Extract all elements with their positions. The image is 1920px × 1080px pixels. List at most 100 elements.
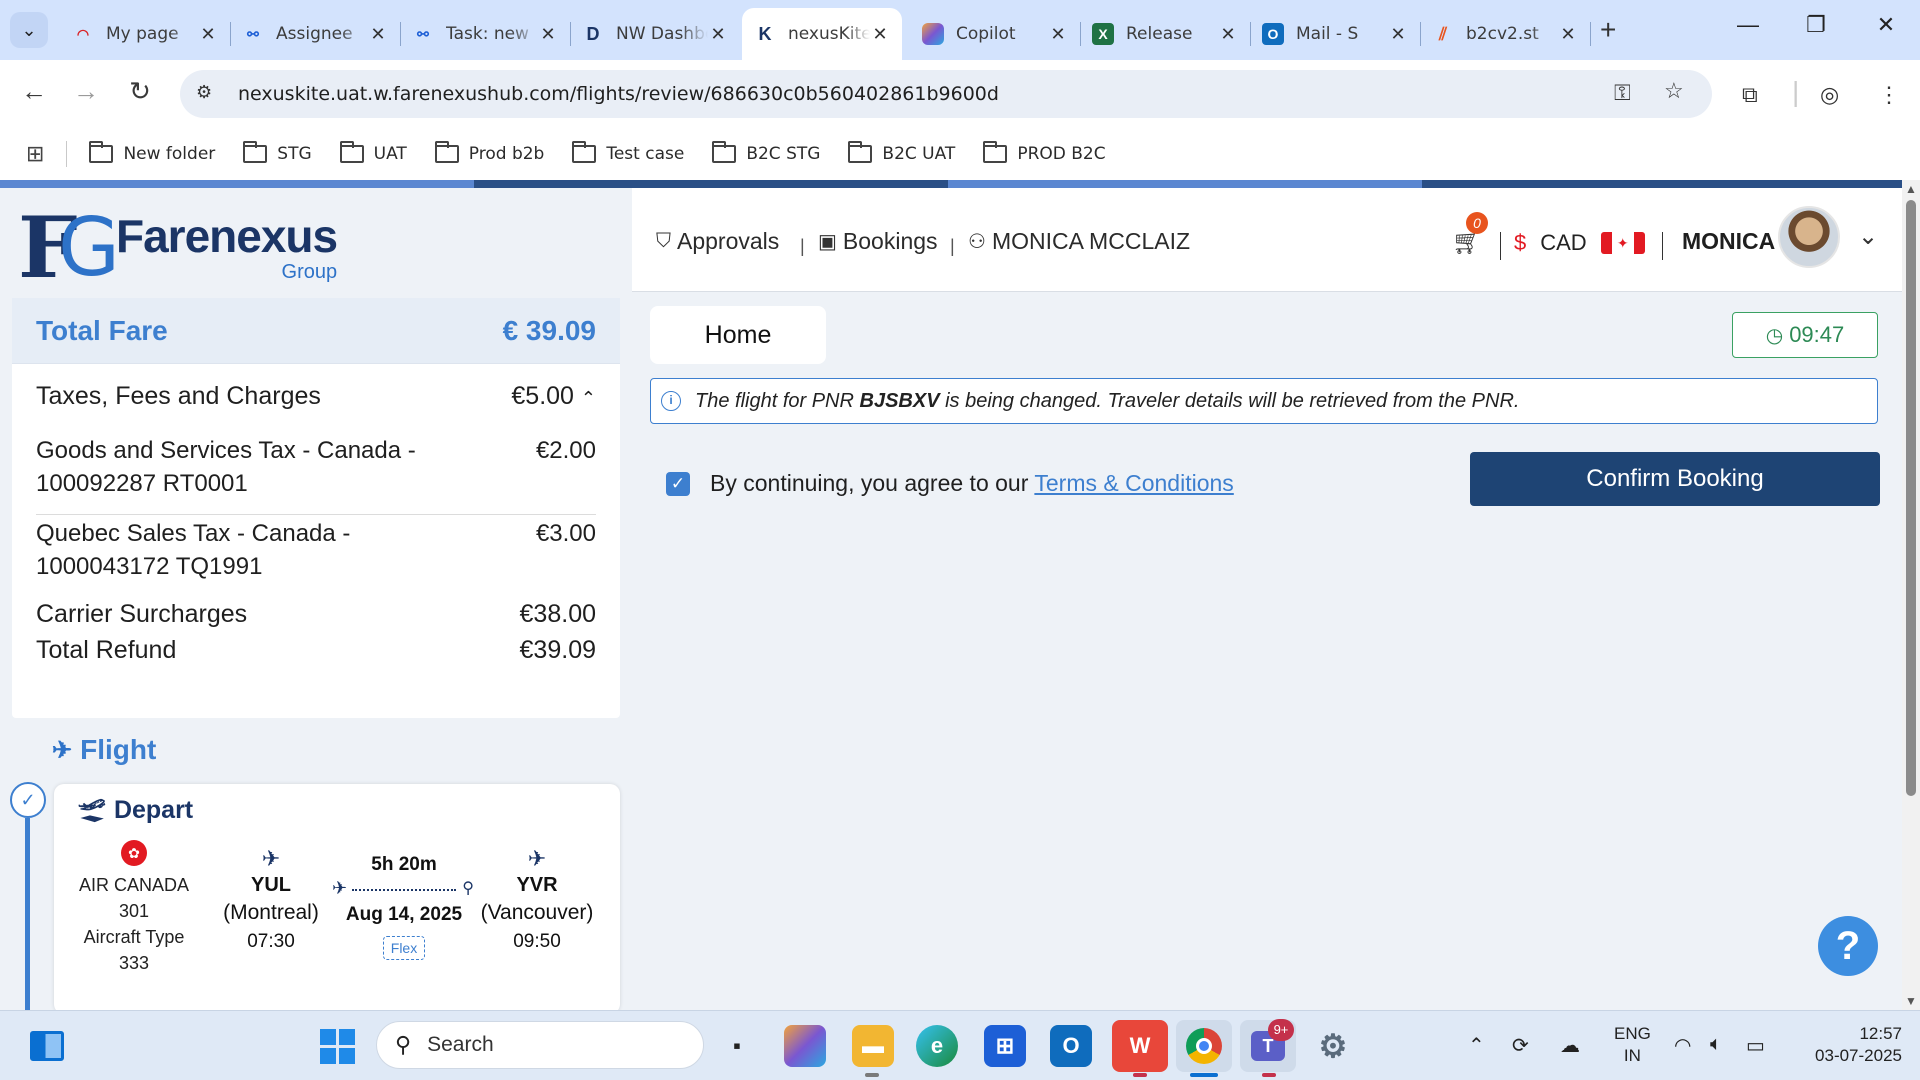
- chrome-icon[interactable]: [1176, 1020, 1232, 1072]
- home-tab[interactable]: Home: [650, 306, 826, 364]
- outlook-icon[interactable]: O: [1050, 1025, 1092, 1067]
- browser-tab[interactable]: Copilot ✕: [910, 8, 1081, 60]
- wifi-icon[interactable]: ◠: [1674, 1033, 1691, 1058]
- origin-city: (Montreal): [223, 901, 319, 924]
- system-clock[interactable]: 12:57 03-07-2025: [1792, 1023, 1902, 1067]
- menu-icon[interactable]: ⋮: [1878, 82, 1900, 108]
- folder-icon: [434, 141, 459, 163]
- azure-devops-icon: ⚯: [247, 25, 259, 42]
- settings-gear-icon[interactable]: ⚙: [1312, 1025, 1354, 1067]
- widgets-icon[interactable]: [26, 1025, 68, 1067]
- nav-approvals-label: Approvals: [677, 228, 780, 254]
- show-hidden-icons-chevron-icon[interactable]: ⌃: [1468, 1033, 1485, 1058]
- new-tab-button[interactable]: +: [1600, 14, 1616, 46]
- farenexus-logo[interactable]: F G Farenexus Group: [18, 206, 338, 290]
- url-text[interactable]: nexuskite.uat.w.farenexushub.com/flights…: [238, 83, 999, 105]
- bookmark-folder[interactable]: Test case: [572, 141, 684, 164]
- edge-icon[interactable]: e: [916, 1025, 958, 1067]
- browser-tab[interactable]: ⚯ Task: new ✕: [400, 8, 571, 60]
- timer-icon: ◷: [1765, 324, 1784, 347]
- browser-tab[interactable]: D NW Dashboard ✕: [570, 8, 740, 60]
- tab-close-icon[interactable]: ✕: [1048, 24, 1068, 45]
- scroll-up-icon[interactable]: ▲: [1905, 182, 1917, 196]
- confirm-booking-button[interactable]: Confirm Booking: [1470, 452, 1880, 506]
- currency-selector[interactable]: $ CAD ✦: [1514, 230, 1645, 256]
- apps-grid-icon[interactable]: ⊞: [26, 141, 44, 167]
- browser-tab[interactable]: ⫽ b2cv2.st ✕: [1420, 8, 1591, 60]
- scrollbar-thumb[interactable]: [1906, 200, 1916, 796]
- onedrive-cloud-icon[interactable]: ☁: [1560, 1033, 1580, 1058]
- tab-close-icon[interactable]: ✕: [1388, 24, 1408, 45]
- copilot-icon[interactable]: [784, 1025, 826, 1067]
- browser-tab[interactable]: O Mail - S ✕: [1250, 8, 1421, 60]
- password-key-icon[interactable]: ⚿: [1614, 80, 1631, 106]
- task-view-icon[interactable]: ▪: [716, 1025, 758, 1067]
- tab-title: Mail - S: [1296, 24, 1359, 44]
- profile-icon[interactable]: ◎: [1820, 82, 1839, 108]
- folder-icon: [848, 141, 873, 163]
- bookmark-folder[interactable]: B2C STG: [712, 141, 820, 164]
- help-button[interactable]: ?: [1818, 916, 1878, 976]
- language-indicator[interactable]: ENG IN: [1614, 1023, 1651, 1067]
- wps-office-icon[interactable]: W: [1112, 1020, 1168, 1072]
- bookmark-folder[interactable]: B2C UAT: [848, 141, 955, 164]
- depart-card: 🛫︎ Depart ✿ AIR CANADA 301 Aircraft Type…: [54, 784, 620, 1010]
- chevron-up-icon[interactable]: ⌃: [581, 388, 596, 408]
- tab-close-icon[interactable]: ✕: [198, 24, 218, 45]
- user-name[interactable]: MONICA: [1682, 228, 1775, 255]
- volume-icon[interactable]: 🔈︎: [1710, 1033, 1722, 1056]
- chevron-down-icon[interactable]: ⌄: [1858, 222, 1878, 251]
- browser-tab-active[interactable]: K nexusKite ✕: [742, 8, 902, 60]
- tab-close-icon[interactable]: ✕: [1558, 24, 1578, 45]
- sync-icon[interactable]: ⟳: [1512, 1033, 1529, 1058]
- tab-close-icon[interactable]: ✕: [870, 24, 890, 45]
- terms-checkbox[interactable]: ✓: [666, 471, 690, 496]
- bookmark-label: PROD B2C: [1017, 144, 1106, 164]
- battery-icon[interactable]: ▭: [1746, 1033, 1765, 1058]
- page-scrollbar[interactable]: ▲ ▼: [1902, 180, 1920, 1010]
- close-window-icon[interactable]: ✕: [1866, 12, 1906, 38]
- browser-tab[interactable]: ◠ My page ✕: [60, 8, 231, 60]
- bookmark-folder[interactable]: New folder: [89, 141, 215, 164]
- site-info-icon[interactable]: ⚙: [196, 82, 220, 106]
- nav-user[interactable]: ⚇ MONICA MCCLAIZ: [968, 228, 1190, 255]
- tab-search-button[interactable]: ⌄: [10, 12, 48, 48]
- origin-time: 07:30: [247, 931, 295, 952]
- tab-close-icon[interactable]: ✕: [1218, 24, 1238, 45]
- bookmark-folder[interactable]: Prod b2b: [434, 141, 544, 164]
- tab-close-icon[interactable]: ✕: [708, 24, 728, 45]
- destination-time: 09:50: [513, 931, 561, 952]
- forward-icon[interactable]: →: [68, 76, 104, 107]
- microsoft-store-icon[interactable]: ⊞: [984, 1025, 1026, 1067]
- nav-user-label: MONICA MCCLAIZ: [991, 228, 1191, 254]
- search-icon: ⚲: [395, 1032, 412, 1057]
- taskbar-search[interactable]: ⚲ Search: [376, 1021, 704, 1069]
- bookmark-folder[interactable]: PROD B2C: [983, 141, 1106, 164]
- divider: [1500, 232, 1501, 260]
- windows-start-icon[interactable]: [316, 1025, 358, 1067]
- extensions-icon[interactable]: ⧉: [1742, 82, 1758, 108]
- nav-approvals[interactable]: ⛉ Approvals: [656, 228, 779, 255]
- restore-icon[interactable]: ❐: [1796, 12, 1836, 38]
- terms-link[interactable]: Terms & Conditions: [1034, 470, 1233, 497]
- minimize-icon[interactable]: —: [1728, 12, 1768, 38]
- bookmark-folder[interactable]: UAT: [339, 141, 407, 164]
- taxes-row[interactable]: Taxes, Fees and Charges €5.00 ⌃: [36, 380, 596, 415]
- tab-close-icon[interactable]: ✕: [368, 24, 388, 45]
- avatar[interactable]: [1778, 206, 1840, 268]
- reload-icon[interactable]: ↻: [122, 76, 158, 107]
- nav-bookings[interactable]: ▣ Bookings: [818, 228, 938, 255]
- file-explorer-icon[interactable]: ▬: [852, 1025, 894, 1067]
- destination-city: (Vancouver): [480, 901, 594, 924]
- flight-date: Aug 14, 2025: [345, 904, 463, 925]
- bookmark-folder[interactable]: STG: [243, 141, 312, 164]
- scroll-down-icon[interactable]: ▼: [1905, 994, 1917, 1008]
- back-icon[interactable]: ←: [16, 76, 52, 107]
- bookmark-star-icon[interactable]: ☆: [1664, 78, 1684, 104]
- address-bar[interactable]: ⚙ nexuskite.uat.w.farenexushub.com/fligh…: [180, 70, 1712, 118]
- folder-icon: [572, 141, 597, 163]
- browser-tab[interactable]: ⚯ Assignee ✕: [230, 8, 401, 60]
- browser-tab[interactable]: X Release ✕: [1080, 8, 1251, 60]
- fare-type-badge: Flex: [382, 936, 426, 960]
- tab-close-icon[interactable]: ✕: [538, 24, 558, 45]
